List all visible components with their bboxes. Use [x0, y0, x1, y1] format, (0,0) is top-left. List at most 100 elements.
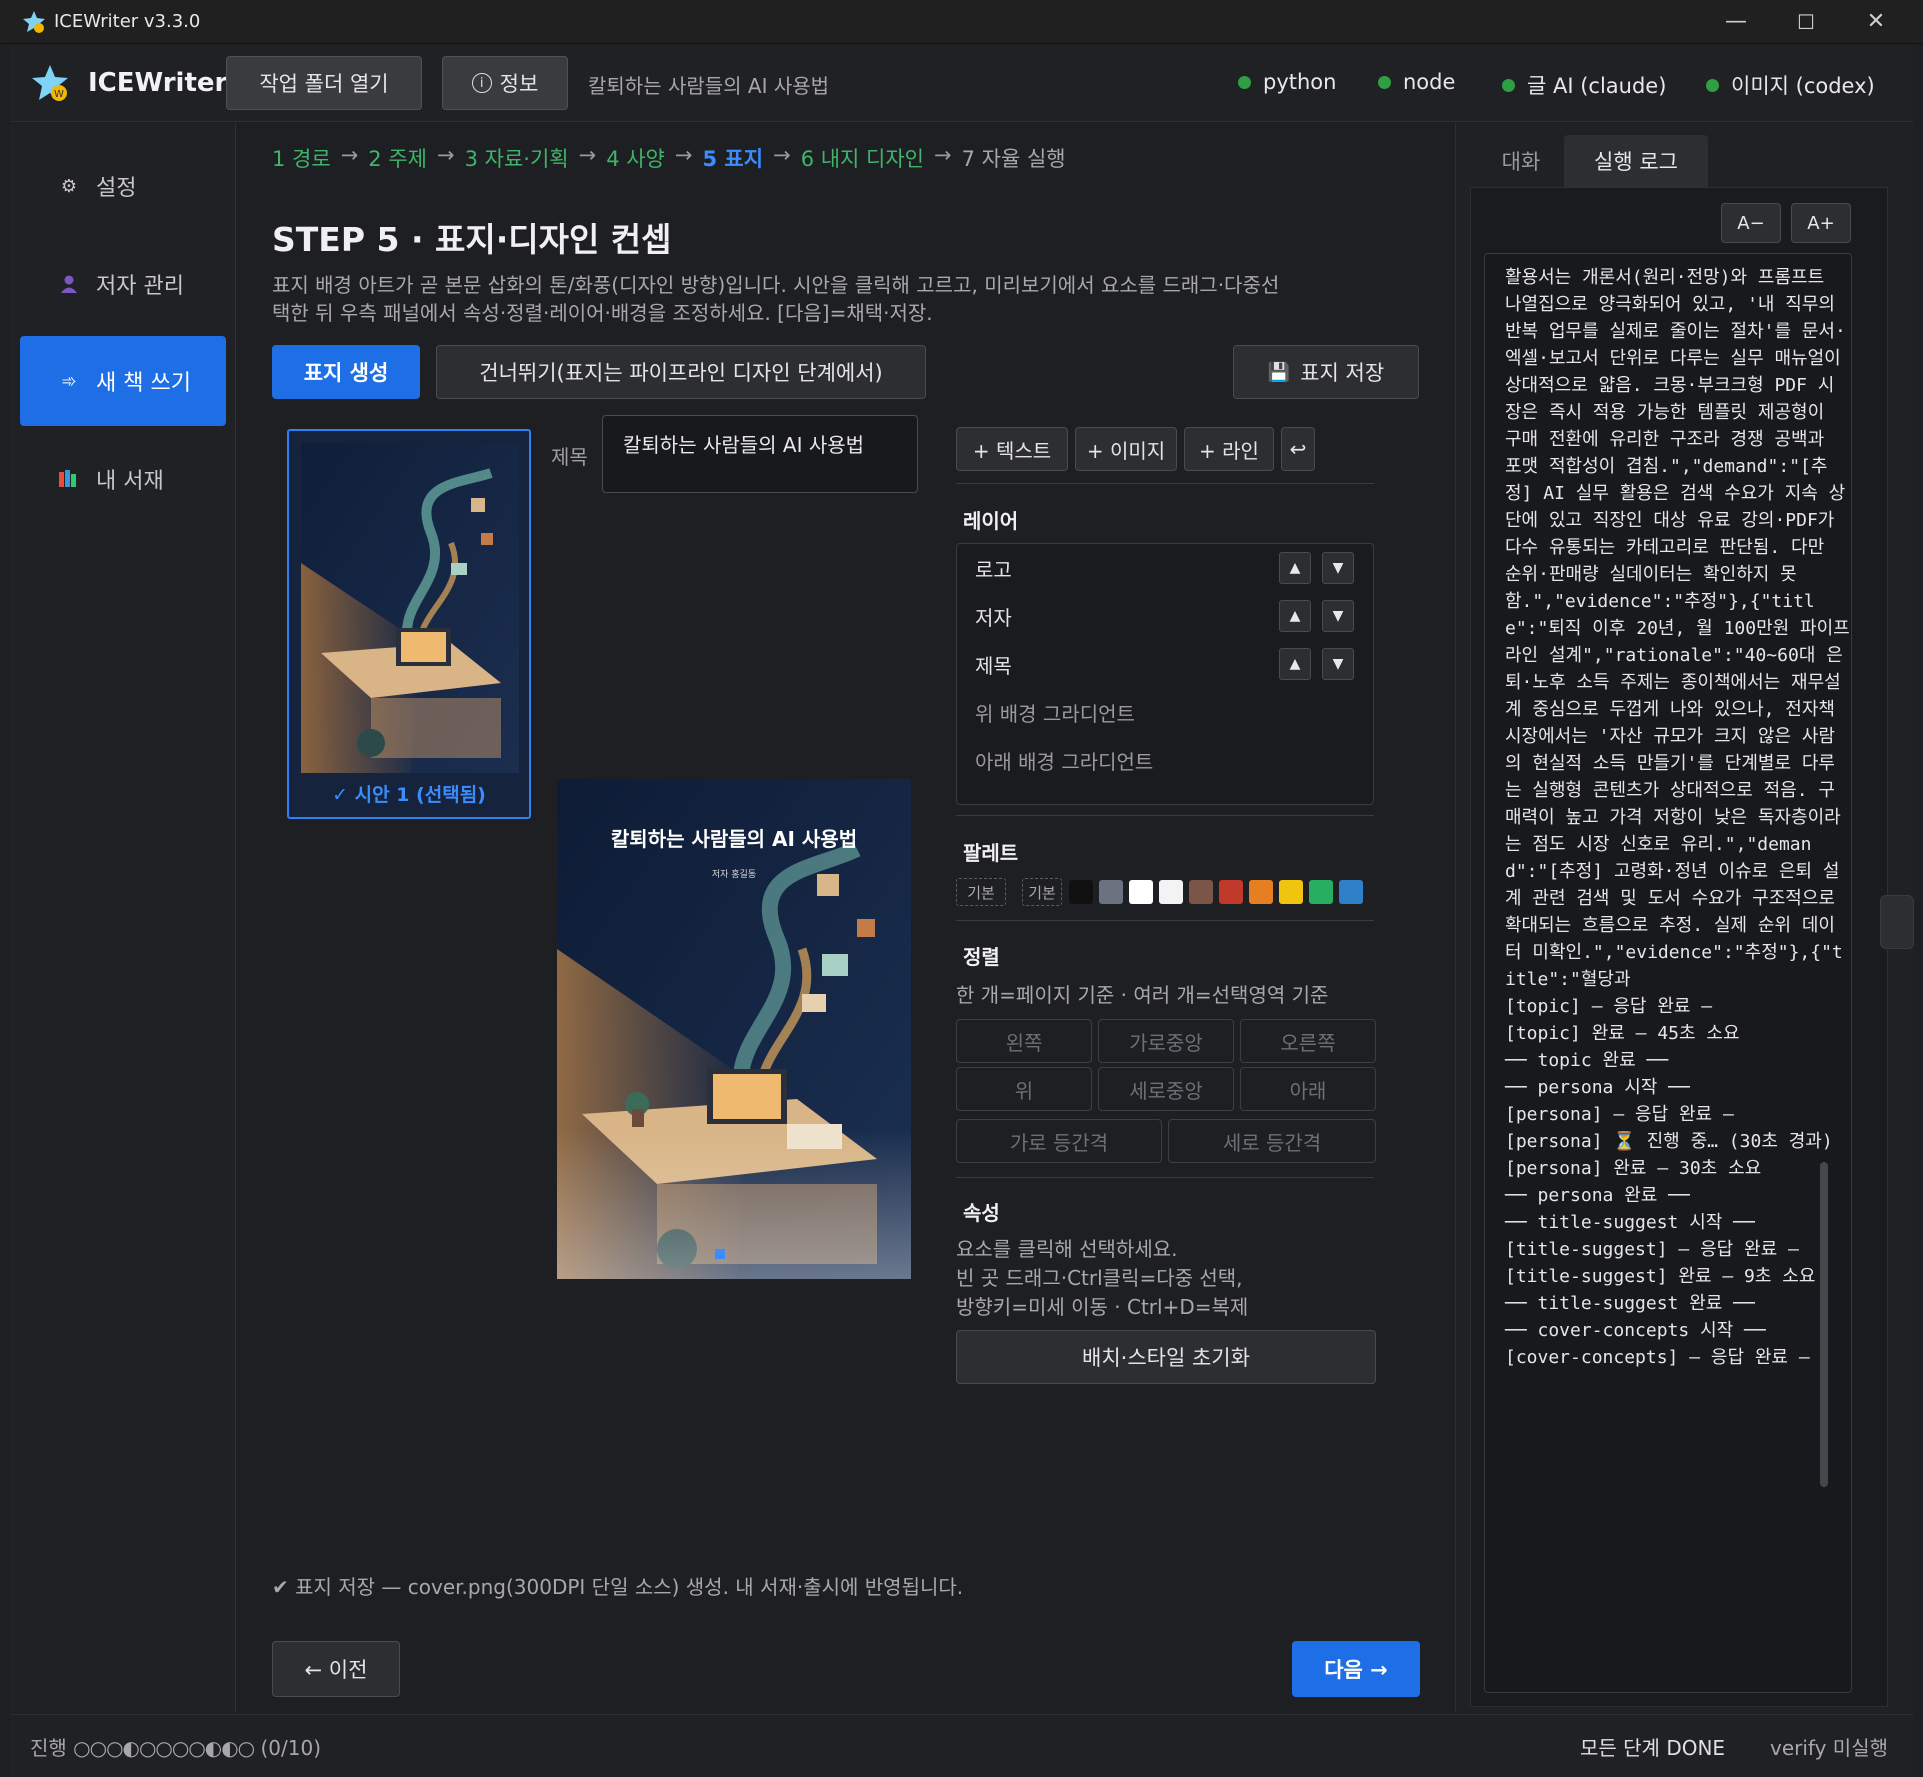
save-cover-button[interactable]: 💾 표지 저장: [1233, 345, 1419, 399]
align-right-button[interactable]: 오른쪽: [1240, 1019, 1376, 1063]
palette-chip-default[interactable]: 기본: [1022, 878, 1062, 906]
move-down-button[interactable]: ▼: [1322, 552, 1354, 584]
layer-row-bottom-gradient[interactable]: 아래 배경 그라디언트: [957, 736, 1373, 784]
properties-hint: 요소를 클릭해 선택하세요. 빈 곳 드래그·Ctrl클릭=다중 선택, 방향키…: [956, 1235, 1248, 1322]
prev-button[interactable]: ← 이전: [272, 1641, 400, 1697]
info-button[interactable]: i 정보: [442, 56, 568, 110]
close-button[interactable]: ✕: [1850, 6, 1902, 38]
move-up-button[interactable]: ▲: [1279, 600, 1311, 632]
sidebar-item-new-book[interactable]: ➾ 새 책 쓰기: [20, 336, 226, 426]
align-top-button[interactable]: 위: [956, 1067, 1092, 1111]
status-dot-icon: [1238, 75, 1251, 89]
tab-run-log[interactable]: 실행 로그: [1564, 135, 1708, 187]
save-icon: 💾: [1267, 361, 1291, 383]
info-icon: i: [471, 73, 492, 93]
align-vcenter-button[interactable]: 세로중앙: [1098, 1067, 1234, 1111]
layer-row-top-gradient[interactable]: 위 배경 그라디언트: [957, 688, 1373, 736]
page-title: STEP 5 · 표지·디자인 컨셉: [272, 220, 672, 259]
sidebar-item-authors[interactable]: 저자 관리: [20, 239, 226, 329]
palette-swatch[interactable]: [1309, 880, 1333, 904]
breadcrumb-arrow: →: [674, 143, 693, 167]
concept-caption: ✓ 시안 1 (선택됨): [332, 784, 486, 806]
breadcrumb-step-auto[interactable]: 7 자율 실행: [962, 143, 1066, 173]
skip-button[interactable]: 건너뛰기(표지는 파이프라인 디자인 단계에서): [436, 345, 926, 399]
add-line-button[interactable]: + 라인: [1184, 427, 1274, 471]
step-description: 표지 배경 아트가 곧 본문 삽화의 톤/화풍(디자인 방향)입니다. 시안을 …: [272, 273, 1280, 325]
move-up-button[interactable]: ▲: [1279, 648, 1311, 680]
palette-swatch[interactable]: [1279, 880, 1303, 904]
breadcrumb-step-spec[interactable]: 4 사양: [606, 143, 665, 173]
breadcrumb-step-cover[interactable]: 5 표지: [703, 143, 764, 173]
palette-swatch[interactable]: [1339, 880, 1363, 904]
divider: [956, 483, 1374, 484]
palette-swatch[interactable]: [1189, 880, 1213, 904]
undo-button[interactable]: ↩: [1281, 427, 1315, 471]
window-titlebar: ICEWriter v3.3.0 — ☐ ✕: [0, 0, 1923, 44]
next-button[interactable]: 다음 →: [1292, 1641, 1420, 1697]
app-name: ICEWriter: [88, 68, 228, 98]
status-image-ai: 이미지 (codex): [1706, 70, 1875, 100]
palette-chip-default[interactable]: 기본: [956, 878, 1006, 906]
layer-row-author[interactable]: 저자 ▲ ▼: [957, 592, 1373, 640]
distribute-vertical-button[interactable]: 세로 등간격: [1168, 1119, 1376, 1163]
title-input[interactable]: 칼퇴하는 사람들의 AI 사용법: [602, 415, 918, 493]
font-decrease-button[interactable]: A−: [1721, 203, 1781, 243]
layer-row-logo[interactable]: 로고 ▲ ▼: [957, 544, 1373, 592]
palette-swatch[interactable]: [1129, 880, 1153, 904]
font-increase-button[interactable]: A+: [1791, 203, 1851, 243]
preview-author[interactable]: 저자 홍길동: [557, 867, 911, 880]
move-up-button[interactable]: ▲: [1279, 552, 1311, 584]
breadcrumb-arrow: →: [436, 143, 455, 167]
divider: [956, 1177, 1374, 1178]
sidebar-item-library[interactable]: 내 서재: [20, 434, 226, 524]
cover-concept-card[interactable]: ✓ 시안 1 (선택됨): [287, 429, 531, 819]
add-text-button[interactable]: + 텍스트: [956, 427, 1068, 471]
books-icon: [58, 468, 80, 490]
palette-swatch[interactable]: [1249, 880, 1273, 904]
window-title: ICEWriter v3.3.0: [54, 11, 201, 32]
preview-title[interactable]: 칼퇴하는 사람들의 AI 사용법: [557, 823, 911, 852]
move-down-button[interactable]: ▼: [1322, 648, 1354, 680]
cover-preview[interactable]: 칼퇴하는 사람들의 AI 사용법 저자 홍길동: [557, 779, 911, 1279]
layer-row-title[interactable]: 제목 ▲ ▼: [957, 640, 1373, 688]
distribute-horizontal-button[interactable]: 가로 등간격: [956, 1119, 1162, 1163]
layer-label: 로고: [975, 557, 1012, 582]
breadcrumb-step-research[interactable]: 3 자료·기획: [465, 143, 569, 173]
align-hint: 한 개=페이지 기준 · 여러 개=선택영역 기준: [956, 983, 1329, 1007]
open-folder-button[interactable]: 작업 폴더 열기: [226, 56, 422, 110]
breadcrumb-step-topic[interactable]: 2 주제: [368, 143, 427, 173]
panel-scrollbar[interactable]: [1880, 895, 1914, 949]
status-label: node: [1403, 70, 1456, 94]
breadcrumb-step-path[interactable]: 1 경로: [272, 143, 331, 173]
palette-swatch[interactable]: [1069, 880, 1093, 904]
align-bottom-button[interactable]: 아래: [1240, 1067, 1376, 1111]
sidebar-item-label: 설정: [96, 176, 137, 201]
title-field-label: 제목: [551, 445, 588, 469]
properties-title: 속성: [963, 1201, 1000, 1225]
run-log[interactable]: 활용서는 개론서(원리·전망)와 프롬프트 나열집으로 양극화되어 있고, '내…: [1484, 253, 1852, 1693]
right-panel: 대화 실행 로그 A− A+ 활용서는 개론서(원리·전망)와 프롬프트 나열집…: [1455, 123, 1913, 1713]
concept-thumbnail: [301, 443, 519, 773]
app-header: W ICEWriter 작업 폴더 열기 i 정보 칼퇴하는 사람들의 AI 사…: [10, 44, 1913, 122]
palette-swatch[interactable]: [1219, 880, 1243, 904]
reset-layout-button[interactable]: 배치·스타일 초기화: [956, 1330, 1376, 1384]
sidebar: ⚙ 설정 저자 관리 ➾ 새 책 쓰기 내 서재: [10, 123, 236, 1713]
log-scrollbar[interactable]: [1820, 1162, 1828, 1487]
progress-count: (0/10): [260, 1736, 322, 1760]
add-image-button[interactable]: + 이미지: [1075, 427, 1177, 471]
arrow-icon: ➾: [61, 370, 77, 392]
generate-cover-button[interactable]: 표지 생성: [272, 345, 420, 399]
breadcrumb-step-interior[interactable]: 6 내지 디자인: [801, 143, 924, 173]
sidebar-item-label: 저자 관리: [96, 274, 184, 299]
minimize-button[interactable]: —: [1710, 6, 1762, 38]
sidebar-item-settings[interactable]: ⚙ 설정: [20, 141, 226, 231]
tab-chat[interactable]: 대화: [1476, 135, 1566, 187]
maximize-button[interactable]: ☐: [1780, 6, 1832, 38]
move-down-button[interactable]: ▼: [1322, 600, 1354, 632]
align-hcenter-button[interactable]: 가로중앙: [1098, 1019, 1234, 1063]
palette-swatch[interactable]: [1099, 880, 1123, 904]
layer-label: 위 배경 그라디언트: [975, 701, 1135, 726]
palette-swatch[interactable]: [1159, 880, 1183, 904]
logo-icon: W: [32, 65, 68, 101]
align-left-button[interactable]: 왼쪽: [956, 1019, 1092, 1063]
